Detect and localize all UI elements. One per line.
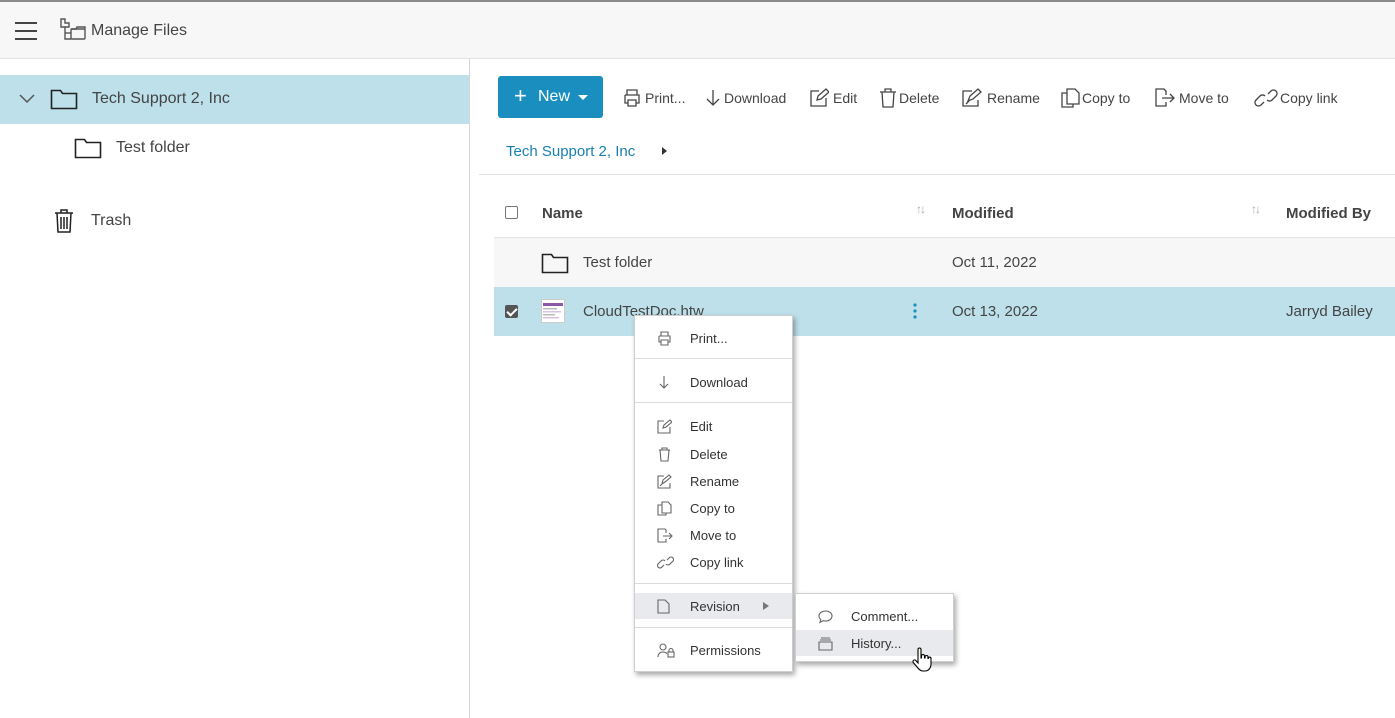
menu-divider xyxy=(635,583,792,584)
folder-icon xyxy=(74,138,102,159)
rename-icon xyxy=(962,88,982,107)
file-name[interactable]: Test folder xyxy=(583,254,652,271)
move-file-icon xyxy=(1155,88,1175,107)
menu-item-copy-to[interactable]: Copy to xyxy=(635,495,792,521)
move-file-icon xyxy=(657,528,673,543)
divider xyxy=(479,174,1395,175)
menu-item-print[interactable]: Print... xyxy=(635,325,792,351)
edit-pencil-icon xyxy=(657,419,672,434)
edit-pencil-icon xyxy=(810,88,829,107)
trash-icon xyxy=(55,209,73,233)
document-icon xyxy=(657,599,670,614)
app-title: Manage Files xyxy=(91,22,188,39)
menu-divider xyxy=(635,402,792,403)
print-button[interactable]: Print... xyxy=(622,85,687,111)
link-icon xyxy=(657,556,674,569)
menu-item-move-to[interactable]: Move to xyxy=(635,522,792,548)
delete-button[interactable]: Delete xyxy=(879,85,943,111)
rename-button[interactable]: Rename xyxy=(962,85,1040,111)
download-button[interactable]: Download xyxy=(705,85,790,111)
menu-item-permissions[interactable]: Permissions xyxy=(635,637,792,663)
printer-icon xyxy=(658,331,671,346)
move-to-button[interactable]: Move to xyxy=(1154,85,1231,111)
folder-tree-sidebar: Tech Support 2, Inc Test folder Trash xyxy=(0,59,470,718)
menu-item-edit[interactable]: Edit xyxy=(635,413,792,439)
plus-icon: + xyxy=(514,83,527,108)
modified-by: Jarryd Bailey xyxy=(1286,303,1373,320)
edit-button[interactable]: Edit xyxy=(809,85,861,111)
table-row[interactable]: CloudTestDoc.htw Oct 13, 2022 Jarryd Bai… xyxy=(494,287,1395,336)
column-header-name[interactable]: Name xyxy=(542,205,583,222)
modified-date: Oct 11, 2022 xyxy=(952,254,1037,271)
copy-icon xyxy=(657,501,672,516)
menu-item-delete[interactable]: Delete xyxy=(635,441,792,467)
tree-item-root[interactable]: Tech Support 2, Inc xyxy=(0,75,469,124)
history-stack-icon xyxy=(818,637,833,651)
folder-icon xyxy=(50,89,78,110)
top-bar: Manage Files xyxy=(0,0,1395,59)
document-thumbnail-icon xyxy=(541,299,565,323)
comment-bubble-icon xyxy=(818,610,833,624)
menu-item-revision[interactable]: Revision xyxy=(635,593,792,619)
more-actions-icon[interactable] xyxy=(913,302,917,320)
modified-date: Oct 13, 2022 xyxy=(952,303,1038,320)
download-arrow-icon xyxy=(706,90,720,106)
tree-item-trash[interactable]: Trash xyxy=(0,197,469,246)
tree-item-test-folder[interactable]: Test folder xyxy=(0,124,469,173)
row-checkbox[interactable] xyxy=(505,305,518,318)
folder-icon xyxy=(541,253,569,274)
trash-icon xyxy=(659,447,670,462)
link-icon xyxy=(1254,89,1278,107)
hamburger-menu-icon[interactable] xyxy=(14,21,38,41)
user-lock-icon xyxy=(657,643,675,658)
menu-item-copy-link[interactable]: Copy link xyxy=(635,549,792,575)
chevron-down-icon[interactable] xyxy=(19,94,35,104)
breadcrumb-arrow-icon xyxy=(662,147,667,155)
sort-icon[interactable]: ↑↓ xyxy=(916,202,926,216)
column-header-modified-by[interactable]: Modified By xyxy=(1286,205,1371,222)
new-button[interactable]: + New xyxy=(498,76,603,118)
select-all-checkbox[interactable] xyxy=(505,206,518,219)
copy-to-button[interactable]: Copy to xyxy=(1060,85,1132,111)
rename-icon xyxy=(657,474,672,489)
hand-cursor-icon xyxy=(912,647,932,672)
tree-item-label: Test folder xyxy=(116,139,190,156)
menu-divider xyxy=(635,358,792,359)
menu-divider xyxy=(635,627,792,628)
menu-item-rename[interactable]: Rename xyxy=(635,468,792,494)
download-arrow-icon xyxy=(659,376,669,389)
copy-icon xyxy=(1061,88,1080,108)
trash-icon xyxy=(880,88,896,108)
sort-icon[interactable]: ↑↓ xyxy=(1251,202,1261,216)
menu-item-download[interactable]: Download xyxy=(635,369,792,395)
tree-item-label: Trash xyxy=(91,212,132,229)
submenu-arrow-icon xyxy=(763,602,769,610)
caret-down-icon xyxy=(578,95,588,100)
context-menu: Print... Download Edit Delete Rename Cop… xyxy=(634,315,793,672)
breadcrumb-root[interactable]: Tech Support 2, Inc xyxy=(506,143,635,160)
column-header-modified[interactable]: Modified xyxy=(952,205,1014,222)
printer-icon xyxy=(624,89,640,107)
file-tree-icon xyxy=(59,17,89,50)
table-row[interactable]: Test folder Oct 11, 2022 xyxy=(494,238,1395,287)
submenu-item-comment[interactable]: Comment... xyxy=(796,603,953,629)
copy-link-button[interactable]: Copy link xyxy=(1254,85,1340,111)
tree-item-label: Tech Support 2, Inc xyxy=(92,90,230,107)
